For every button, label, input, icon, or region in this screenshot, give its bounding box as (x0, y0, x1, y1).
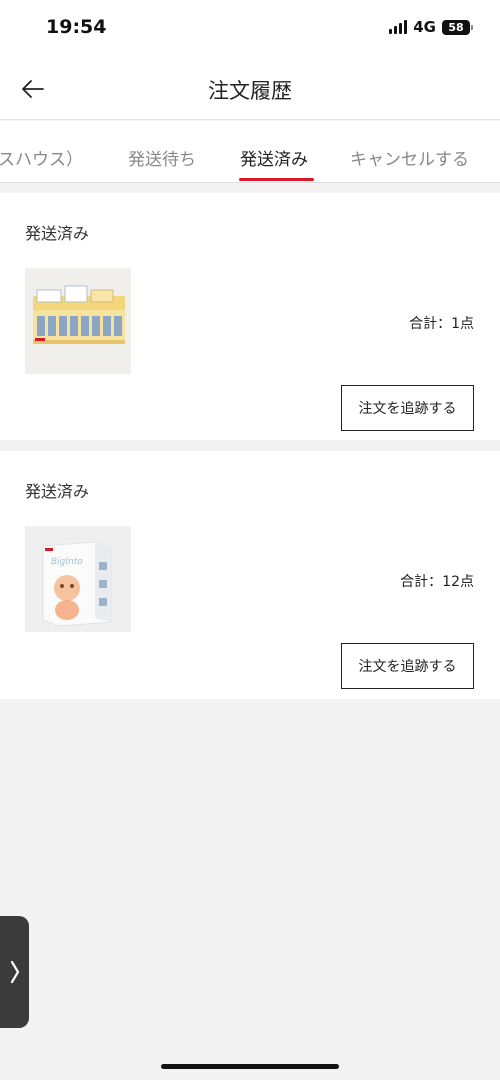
network-type: 4G (413, 18, 436, 36)
order-tabs: スハウス） 発送待ち 発送済み キャンセルする (0, 121, 500, 183)
signal-icon (389, 20, 408, 34)
order-total: 合計：12点 (400, 574, 474, 590)
side-panel-handle[interactable] (0, 916, 29, 1028)
tab-shipped[interactable]: 発送済み (240, 145, 308, 170)
home-indicator[interactable] (161, 1064, 339, 1069)
order-card[interactable]: 発送済み BigInto 合計：12点 注文を追跡する (0, 451, 500, 699)
status-time: 19:54 (46, 16, 107, 38)
order-status: 発送済み (25, 224, 90, 243)
tab-awaiting-shipment[interactable]: 発送待ち (128, 145, 196, 170)
header: 注文履歴 (0, 58, 500, 120)
order-total: 合計：1点 (409, 316, 474, 332)
battery-level: 58 (448, 20, 464, 34)
figure-box-image: BigInto (25, 526, 131, 632)
svg-text:BigInto: BigInto (51, 557, 83, 567)
order-status: 発送済み (25, 482, 90, 501)
order-card[interactable]: 発送済み 合計：1点 注文を追跡する (0, 193, 500, 440)
chevron-right-icon (10, 960, 19, 984)
product-thumbnail[interactable] (25, 268, 131, 374)
status-indicators: 4G 58 (389, 18, 473, 36)
tab-cancel[interactable]: キャンセルする (350, 145, 469, 170)
status-bar: 19:54 4G 58 (0, 0, 500, 58)
product-thumbnail[interactable]: BigInto (25, 526, 131, 632)
blind-box-set-image (25, 268, 131, 374)
track-order-button[interactable]: 注文を追跡する (341, 385, 474, 431)
active-tab-indicator (239, 178, 314, 181)
track-order-button[interactable]: 注文を追跡する (341, 643, 474, 689)
tab-house[interactable]: スハウス） (0, 145, 83, 170)
battery-icon: 58 (442, 19, 473, 35)
page-title: 注文履歴 (208, 79, 292, 103)
